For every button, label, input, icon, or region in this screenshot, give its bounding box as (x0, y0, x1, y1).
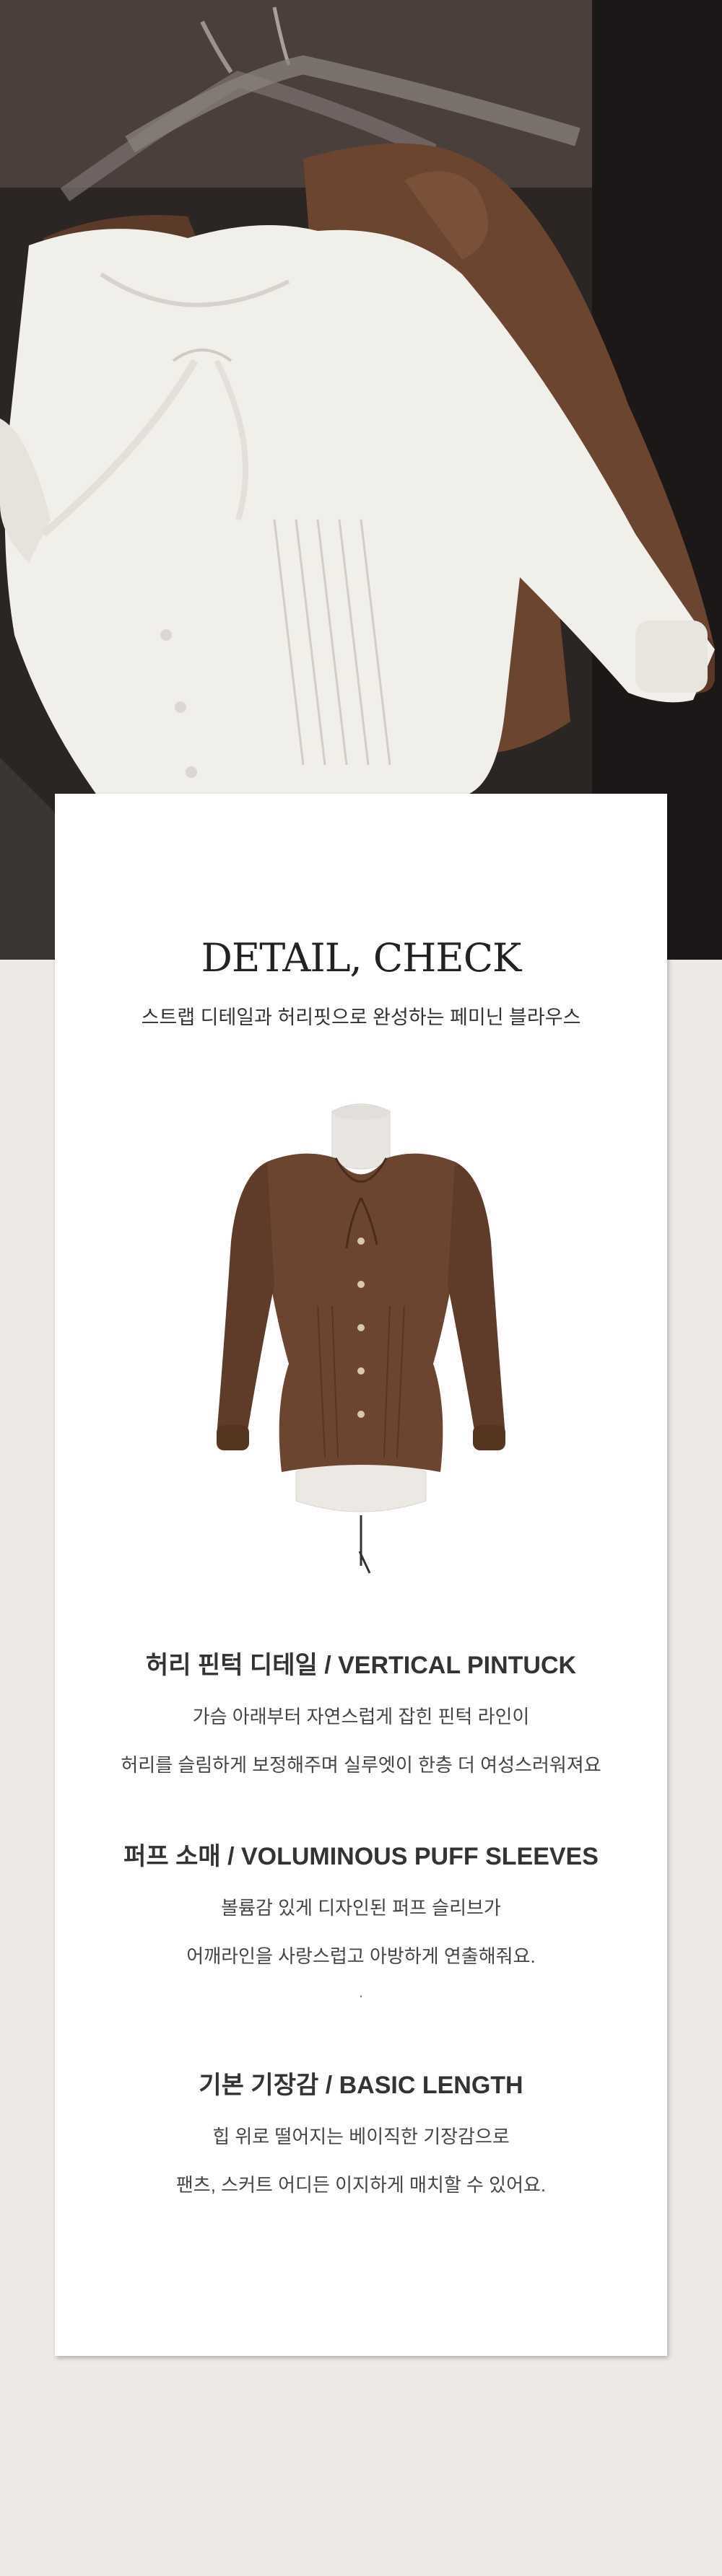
feature-line: 어깨라인을 사랑스럽고 아방하게 연출해줘요. (186, 1945, 536, 1967)
detail-card: DETAIL, CHECK 스트랩 디테일과 허리핏으로 완성하는 페미닌 블라… (55, 794, 667, 2356)
separator-dot: . (358, 1983, 364, 2001)
feature-line: 팬츠, 스커트 어디든 이지하게 매치할 수 있어요. (175, 2174, 547, 2196)
feature-line: 허리를 슬림하게 보정해주며 실루엣이 한층 더 여성스러워져요 (121, 1754, 601, 1776)
mannequin-blouse-illustration (217, 1103, 505, 1574)
feature-heading: 허리 핀턱 디테일 / VERTICAL PINTUCK (145, 1652, 577, 1679)
detail-check-title: DETAIL, CHECK (201, 935, 522, 981)
feature-heading: 퍼프 소매 / VOLUMINOUS PUFF SLEEVES (123, 1843, 599, 1870)
feature-puff-sleeves: 퍼프 소매 / VOLUMINOUS PUFF SLEEVES 볼륨감 있게 디… (55, 1836, 667, 1968)
detail-subtitle: 스트랩 디테일과 허리핏으로 완성하는 페미닌 블라우스 (141, 1007, 581, 1028)
feature-line: 가슴 아래부터 자연스럽게 잡힌 핀턱 라인이 (192, 1706, 530, 1727)
product-image (217, 1097, 505, 1602)
feature-pintuck: 허리 핀턱 디테일 / VERTICAL PINTUCK 가슴 아래부터 자연스… (55, 1645, 667, 1777)
feature-line: 힙 위로 떨어지는 베이직한 기장감으로 (212, 2126, 510, 2147)
feature-heading: 기본 기장감 / BASIC LENGTH (199, 2072, 523, 2099)
feature-line: 볼륨감 있게 디자인된 퍼프 슬리브가 (221, 1897, 501, 1919)
feature-basic-length: 기본 기장감 / BASIC LENGTH 힙 위로 떨어지는 베이직한 기장감… (55, 2065, 667, 2197)
